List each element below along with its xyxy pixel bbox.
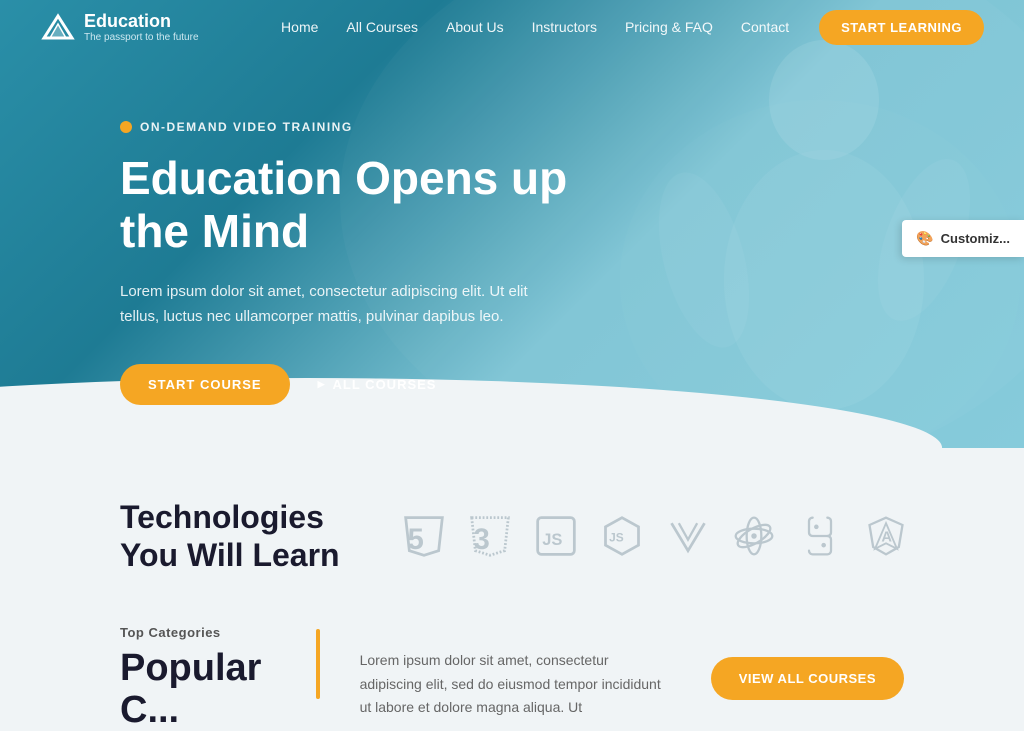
html5-icon: 5 xyxy=(400,512,448,560)
logo-area: Education The passport to the future xyxy=(40,10,199,46)
nav-item-contact[interactable]: Contact xyxy=(741,19,789,37)
categories-row: Top Categories Popular C... Lorem ipsum … xyxy=(0,625,1024,731)
start-course-button[interactable]: START COURSE xyxy=(120,364,290,405)
svg-text:JS: JS xyxy=(542,532,562,550)
categories-title: Popular C... xyxy=(120,648,276,731)
all-courses-link[interactable]: ALL COURSES xyxy=(318,377,437,392)
css3-icon: 3 xyxy=(466,512,514,560)
tech-icons: 5 3 JS JS xyxy=(400,512,910,560)
hero-content: ON-DEMAND VIDEO TRAINING Education Opens… xyxy=(0,0,1024,405)
start-learning-button[interactable]: START LEARNING xyxy=(819,10,984,45)
tech-title: Technologies You Will Learn xyxy=(120,498,340,575)
logo-title: Education xyxy=(84,12,199,32)
hero-section: ON-DEMAND VIDEO TRAINING Education Opens… xyxy=(0,0,1024,448)
tech-section: Technologies You Will Learn 5 3 xyxy=(0,498,1024,575)
customize-text: Customiz... xyxy=(941,231,1010,246)
on-demand-text: ON-DEMAND VIDEO TRAINING xyxy=(140,120,353,134)
logo-icon xyxy=(40,10,76,46)
on-demand-badge: ON-DEMAND VIDEO TRAINING xyxy=(120,120,1024,134)
categories-divider xyxy=(316,629,320,699)
categories-label: Top Categories xyxy=(120,625,276,640)
javascript-icon: JS xyxy=(532,512,580,560)
nav-item-all-courses[interactable]: All Courses xyxy=(346,19,418,37)
logo-subtitle: The passport to the future xyxy=(84,32,199,43)
vue-icon xyxy=(664,512,712,560)
lower-section: Technologies You Will Learn 5 3 xyxy=(0,448,1024,731)
nodejs-icon: JS xyxy=(598,512,646,560)
nav-item-home[interactable]: Home xyxy=(281,19,318,37)
svg-text:JS: JS xyxy=(609,531,624,545)
on-demand-dot xyxy=(120,121,132,133)
react-icon xyxy=(730,512,778,560)
nav-item-about-us[interactable]: About Us xyxy=(446,19,504,37)
view-all-courses-button[interactable]: VIEW ALL COURSES xyxy=(711,657,904,700)
customize-panel[interactable]: 🎨 Customiz... xyxy=(902,220,1024,257)
logo-text-group: Education The passport to the future xyxy=(84,12,199,43)
hero-description: Lorem ipsum dolor sit amet, consectetur … xyxy=(120,280,540,330)
hero-title: Education Opens up the Mind xyxy=(120,152,600,258)
svg-text:A: A xyxy=(881,530,892,546)
nav-item-pricing-faq[interactable]: Pricing & FAQ xyxy=(625,19,713,37)
nav-item-instructors[interactable]: Instructors xyxy=(532,19,597,37)
categories-description: Lorem ipsum dolor sit amet, consectetur … xyxy=(360,625,671,720)
python-icon xyxy=(796,512,844,560)
categories-left: Top Categories Popular C... xyxy=(120,625,276,731)
navbar: Education The passport to the future Hom… xyxy=(0,0,1024,55)
nav-links: Home All Courses About Us Instructors Pr… xyxy=(281,19,789,37)
hero-cta: START COURSE ALL COURSES xyxy=(120,364,1024,405)
angular-icon: A xyxy=(862,512,910,560)
customize-icon: 🎨 xyxy=(916,230,933,247)
